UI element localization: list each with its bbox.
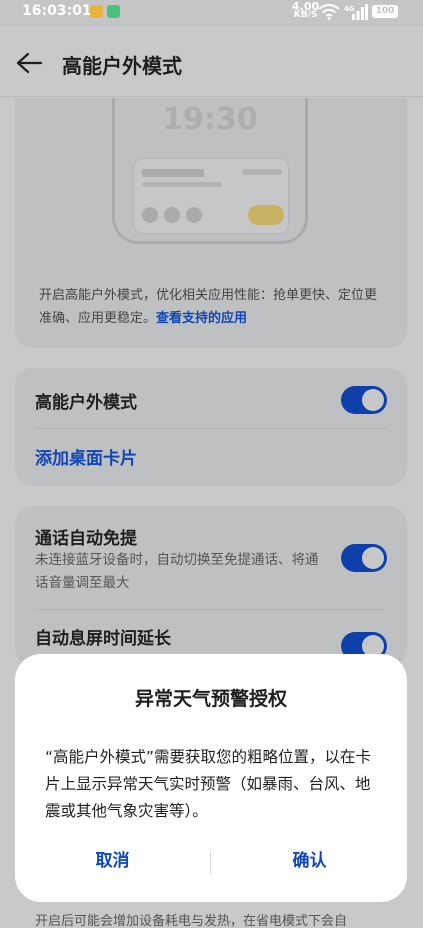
wifi-icon xyxy=(318,4,340,20)
auto-speaker-label: 通话自动免提 xyxy=(35,529,137,549)
cancel-button[interactable]: 取消 xyxy=(15,846,210,871)
preview-clock: 19:30 xyxy=(162,102,258,137)
row-divider xyxy=(35,609,387,610)
app-header: 高能户外模式 xyxy=(0,26,423,98)
notification-app-icon xyxy=(90,5,103,18)
button-divider xyxy=(210,850,211,874)
phone-preview-illustration: 19:30 xyxy=(112,98,308,244)
status-bar: 16:03:01 4.00 KB/S 4G 100 xyxy=(0,0,423,26)
battery-icon: 100 xyxy=(372,5,398,18)
main-setting-card: 高能户外模式 添加桌面卡片 xyxy=(15,368,407,486)
signal-icon: 4G xyxy=(344,4,368,20)
auto-speaker-description: 未连接蓝牙设备时，自动切换至免提通话、将通话音量调至最大 xyxy=(35,552,319,591)
footer-note: 开启后可能会增加设备耗电与发热，在省电模式下会自 xyxy=(35,914,348,928)
screen-timeout-label: 自动息屏时间延长 xyxy=(35,629,171,649)
outdoor-mode-toggle[interactable] xyxy=(341,386,387,414)
network-speed-unit: KB/S xyxy=(293,10,318,20)
page-title: 高能户外模式 xyxy=(62,54,182,78)
dialog-title: 异常天气预警授权 xyxy=(134,688,287,710)
back-arrow-icon[interactable] xyxy=(16,52,42,74)
network-speed: 4.00 KB/S xyxy=(292,1,319,20)
row-divider xyxy=(35,428,387,429)
options-card: 通话自动免提 未连接蓝牙设备时，自动切换至免提通话、将通话音量调至最大 自动息屏… xyxy=(15,506,407,666)
header-divider xyxy=(0,96,423,97)
preview-widget-illustration xyxy=(133,158,289,234)
add-desktop-card-link[interactable]: 添加桌面卡片 xyxy=(35,444,137,469)
status-time: 16:03:01 xyxy=(22,3,92,19)
supported-apps-link[interactable]: 查看支持的应用 xyxy=(156,311,247,326)
dialog-message: “高能户外模式”需要获取您的粗略位置，以在卡片上显示异常天气实时预警（如暴雨、台… xyxy=(45,748,372,820)
auto-speaker-toggle[interactable] xyxy=(341,544,387,572)
network-type: 4G xyxy=(344,5,355,13)
mode-description: 开启高能户外模式，优化相关应用性能：抢单更快、定位更准确、应用更稳定。查看支持的… xyxy=(39,284,389,330)
confirm-button[interactable]: 确认 xyxy=(212,846,407,871)
preview-card: 19:30 开启高能户外模式，优化相关应用性能：抢单更快、定位更准确、应用更稳定… xyxy=(15,98,407,348)
notification-app-icon-2 xyxy=(107,5,120,18)
outdoor-mode-label: 高能户外模式 xyxy=(35,393,137,413)
weather-permission-dialog: 异常天气预警授权 “高能户外模式”需要获取您的粗略位置，以在卡片上显示异常天气实… xyxy=(15,654,407,902)
